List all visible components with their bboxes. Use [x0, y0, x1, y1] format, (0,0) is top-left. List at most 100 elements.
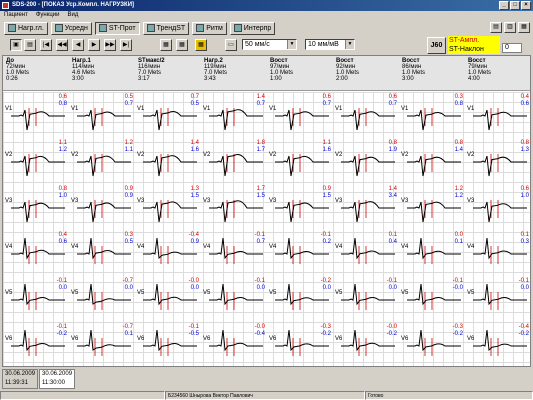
- ecg-trace: [143, 201, 197, 223]
- ecg-cell[interactable]: V4 0.4 0.6: [3, 230, 69, 276]
- ecg-cell[interactable]: V6 -0.4 -0.2: [465, 322, 530, 366]
- ecg-cell[interactable]: V2 0.8 1.3: [465, 138, 530, 184]
- ecg-cell[interactable]: V5 -0.1 0.0: [465, 276, 530, 322]
- layout-2-icon[interactable]: ▤: [24, 39, 36, 51]
- ecg-cell[interactable]: V2 1.2 1.1: [69, 138, 135, 184]
- record-tab-selected[interactable]: 30.06.2009 11:30:00: [39, 369, 75, 389]
- ecg-cell[interactable]: V4 0.3 0.5: [69, 230, 135, 276]
- print-icon[interactable]: ▤: [490, 22, 502, 33]
- ecg-cell[interactable]: V3 1.4 3.4: [333, 184, 399, 230]
- speed-select[interactable]: 50 мм/с ▼: [242, 39, 297, 50]
- ecg-cell[interactable]: V6 -0.3 -0.2: [399, 322, 465, 366]
- st-amplitude-value: 0.1: [388, 232, 397, 238]
- ecg-cell[interactable]: V5 -0.2 0.0: [267, 276, 333, 322]
- zero-field[interactable]: 0: [502, 43, 522, 53]
- ecg-cell[interactable]: V1 0.6 0.7: [333, 92, 399, 138]
- average-button[interactable]: Усредн: [50, 21, 92, 35]
- ecg-cell[interactable]: V1 1.4 0.7: [201, 92, 267, 138]
- printer-icon[interactable]: ▦: [518, 22, 530, 33]
- load-main-button[interactable]: Нагр.гл.: [4, 21, 48, 35]
- stage-column: До 72/мин 1.0 Mets 0:26: [6, 58, 70, 82]
- ecg-cell[interactable]: V1 0.3 0.8: [399, 92, 465, 138]
- ecg-cell[interactable]: V6 -0.0 -0.4: [201, 322, 267, 366]
- ecg-cell[interactable]: V1 0.6 0.7: [267, 92, 333, 138]
- ecg-cell[interactable]: V6 -0.7 0.1: [69, 322, 135, 366]
- ecg-cell[interactable]: V6 -0.1 -0.5: [135, 322, 201, 366]
- document-icon: [233, 24, 242, 32]
- interpretation-button[interactable]: Интерпр: [229, 21, 276, 35]
- screen-icon[interactable]: ▭: [225, 39, 237, 51]
- ecg-cell[interactable]: V3 1.2 1.2: [399, 184, 465, 230]
- ecg-cell[interactable]: V1 0.6 0.8: [3, 92, 69, 138]
- grid-c-icon[interactable]: ▦: [195, 39, 207, 51]
- ecg-cell[interactable]: V2 1.1 1.2: [3, 138, 69, 184]
- ecg-cell[interactable]: V1 0.5 0.7: [69, 92, 135, 138]
- rhythm-button[interactable]: Ритм: [192, 21, 227, 35]
- ecg-cell[interactable]: V1 0.7 0.5: [135, 92, 201, 138]
- menu-functions[interactable]: Функции: [36, 11, 60, 20]
- st-protocol-button[interactable]: ST-Прот: [94, 21, 140, 35]
- next-fast-icon[interactable]: ▶▶: [104, 39, 116, 51]
- ecg-cell[interactable]: V3 0.6 1.0: [465, 184, 530, 230]
- prev-fast-icon[interactable]: ◀◀: [56, 39, 68, 51]
- ecg-trace: [473, 201, 527, 223]
- ecg-cell[interactable]: V6 -0.1 -0.2: [3, 322, 69, 366]
- ecg-cell[interactable]: V2 0.8 1.9: [333, 138, 399, 184]
- ecg-cell[interactable]: V3 0.9 1.5: [267, 184, 333, 230]
- next-icon[interactable]: ▶: [88, 39, 100, 51]
- layout-1-icon[interactable]: ▣: [10, 39, 22, 51]
- close-button[interactable]: ×: [521, 1, 531, 10]
- st-slope-value: 0.6: [520, 101, 529, 107]
- st-slope-value: 0.5: [190, 101, 199, 107]
- ecg-cell[interactable]: V2 1.4 1.6: [135, 138, 201, 184]
- st-amplitude-value: -0.0: [188, 278, 199, 284]
- st-amplitude-value: -0.4: [188, 232, 199, 238]
- minimize-button[interactable]: _: [499, 1, 509, 10]
- stage-time: 0:26: [6, 76, 18, 82]
- record-tab[interactable]: 30.06.2009 11:39:31: [2, 369, 38, 389]
- ecg-cell[interactable]: V5 -0.1 0.0: [3, 276, 69, 322]
- ecg-cell[interactable]: V4 0.1 0.3: [465, 230, 530, 276]
- ecg-cell[interactable]: V4 -0.1 0.7: [201, 230, 267, 276]
- maximize-button[interactable]: □: [510, 1, 520, 10]
- st-slope-value: 0.7: [124, 101, 133, 107]
- lead-label: V1: [203, 106, 211, 112]
- ecg-cell[interactable]: V3 0.8 1.0: [3, 184, 69, 230]
- prev-icon[interactable]: ◀: [72, 39, 84, 51]
- ecg-cell[interactable]: V1 0.4 0.6: [465, 92, 530, 138]
- j-point-button[interactable]: J60: [427, 37, 446, 54]
- gain-select[interactable]: 10 мм/мВ ▼: [305, 39, 355, 50]
- lead-label: V4: [5, 244, 13, 250]
- lead-label: V1: [269, 106, 277, 112]
- grid-b-icon[interactable]: ▦: [176, 39, 188, 51]
- ecg-trace: [407, 155, 461, 177]
- ecg-cell[interactable]: V4 -0.4 0.9: [135, 230, 201, 276]
- ecg-cell[interactable]: V6 -0.0 -0.2: [333, 322, 399, 366]
- ecg-cell[interactable]: V3 1.7 1.5: [201, 184, 267, 230]
- ecg-cell[interactable]: V2 1.1 1.6: [267, 138, 333, 184]
- lead-label: V5: [203, 290, 211, 296]
- ecg-cell[interactable]: V6 -0.3 -0.2: [267, 322, 333, 366]
- menu-patient[interactable]: Пациент: [4, 11, 28, 20]
- lead-label: V5: [5, 290, 13, 296]
- ecg-cell[interactable]: V4 0.1 0.4: [333, 230, 399, 276]
- ecg-cell[interactable]: V3 1.3 1.5: [135, 184, 201, 230]
- menu-view[interactable]: Вид: [67, 11, 78, 20]
- grid-a-icon[interactable]: ▦: [160, 39, 172, 51]
- ecg-cell[interactable]: V2 1.8 1.7: [201, 138, 267, 184]
- ecg-cell[interactable]: V5 -0.1 -0.0: [399, 276, 465, 322]
- first-page-icon[interactable]: |◀: [40, 39, 52, 51]
- ecg-cell[interactable]: V5 -0.0 0.0: [135, 276, 201, 322]
- ecg-cell[interactable]: V4 0.0 0.1: [399, 230, 465, 276]
- ecg-cell[interactable]: V5 -0.1 0.0: [333, 276, 399, 322]
- ecg-cell[interactable]: V2 0.8 1.4: [399, 138, 465, 184]
- lead-label: V5: [467, 290, 475, 296]
- print-preview-icon[interactable]: ▥: [504, 22, 516, 33]
- ecg-cell[interactable]: V4 -0.1 0.2: [267, 230, 333, 276]
- ecg-cell[interactable]: V3 0.9 0.9: [69, 184, 135, 230]
- last-page-icon[interactable]: ▶|: [120, 39, 132, 51]
- st-trend-button[interactable]: ТрендST: [142, 21, 190, 35]
- stage-time: 2:00: [336, 76, 348, 82]
- ecg-cell[interactable]: V5 -0.7 0.0: [69, 276, 135, 322]
- ecg-cell[interactable]: V5 -0.1 0.0: [201, 276, 267, 322]
